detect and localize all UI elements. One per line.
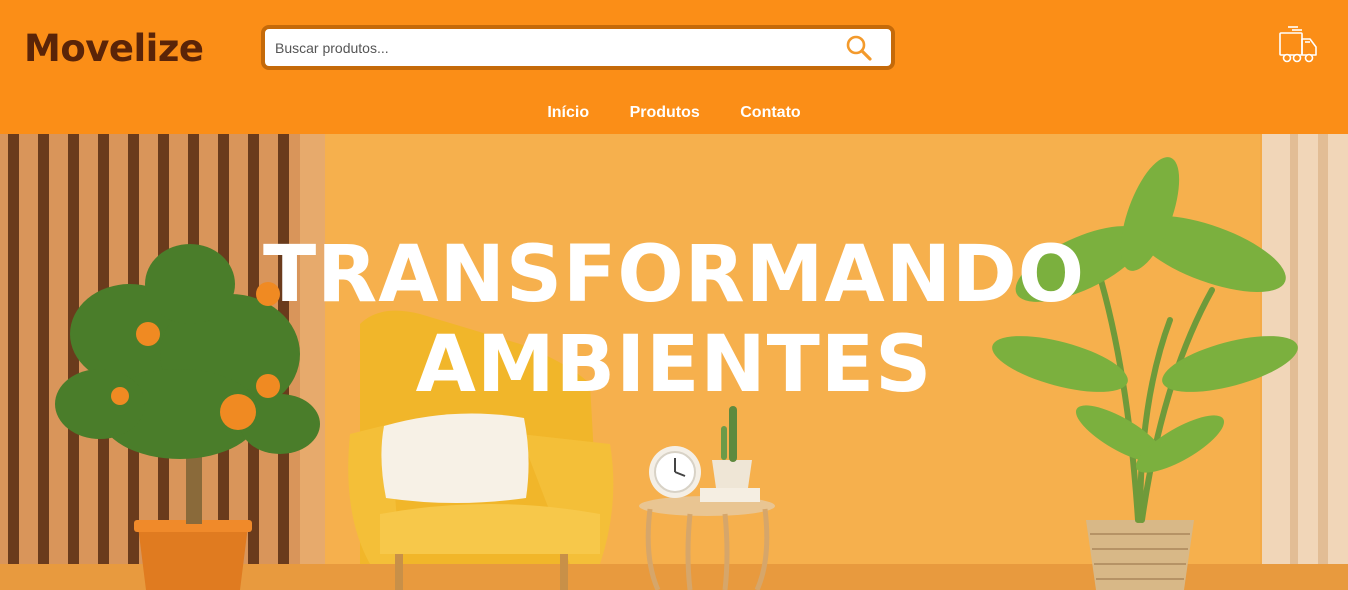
search-bar — [261, 25, 895, 70]
hero-title-line-1: TRANSFORMANDO — [262, 230, 1086, 320]
brand-logo[interactable]: Movelize — [24, 28, 204, 70]
search-button[interactable] — [845, 34, 873, 62]
hero-title: TRANSFORMANDO AMBIENTES — [0, 230, 1348, 410]
nav-inicio[interactable]: Início — [547, 100, 589, 126]
hero-title-line-2: AMBIENTES — [415, 320, 933, 410]
site-header: Movelize Início Produtos Co — [0, 0, 1348, 134]
truck-icon — [1279, 26, 1317, 63]
main-nav: Início Produtos Contato — [0, 100, 1348, 126]
delivery-button[interactable] — [1276, 24, 1320, 66]
search-input[interactable] — [275, 29, 835, 66]
nav-contato[interactable]: Contato — [740, 100, 800, 126]
hero-banner: TRANSFORMANDO AMBIENTES — [0, 134, 1348, 590]
nav-produtos[interactable]: Produtos — [630, 100, 700, 126]
search-icon — [846, 35, 872, 61]
